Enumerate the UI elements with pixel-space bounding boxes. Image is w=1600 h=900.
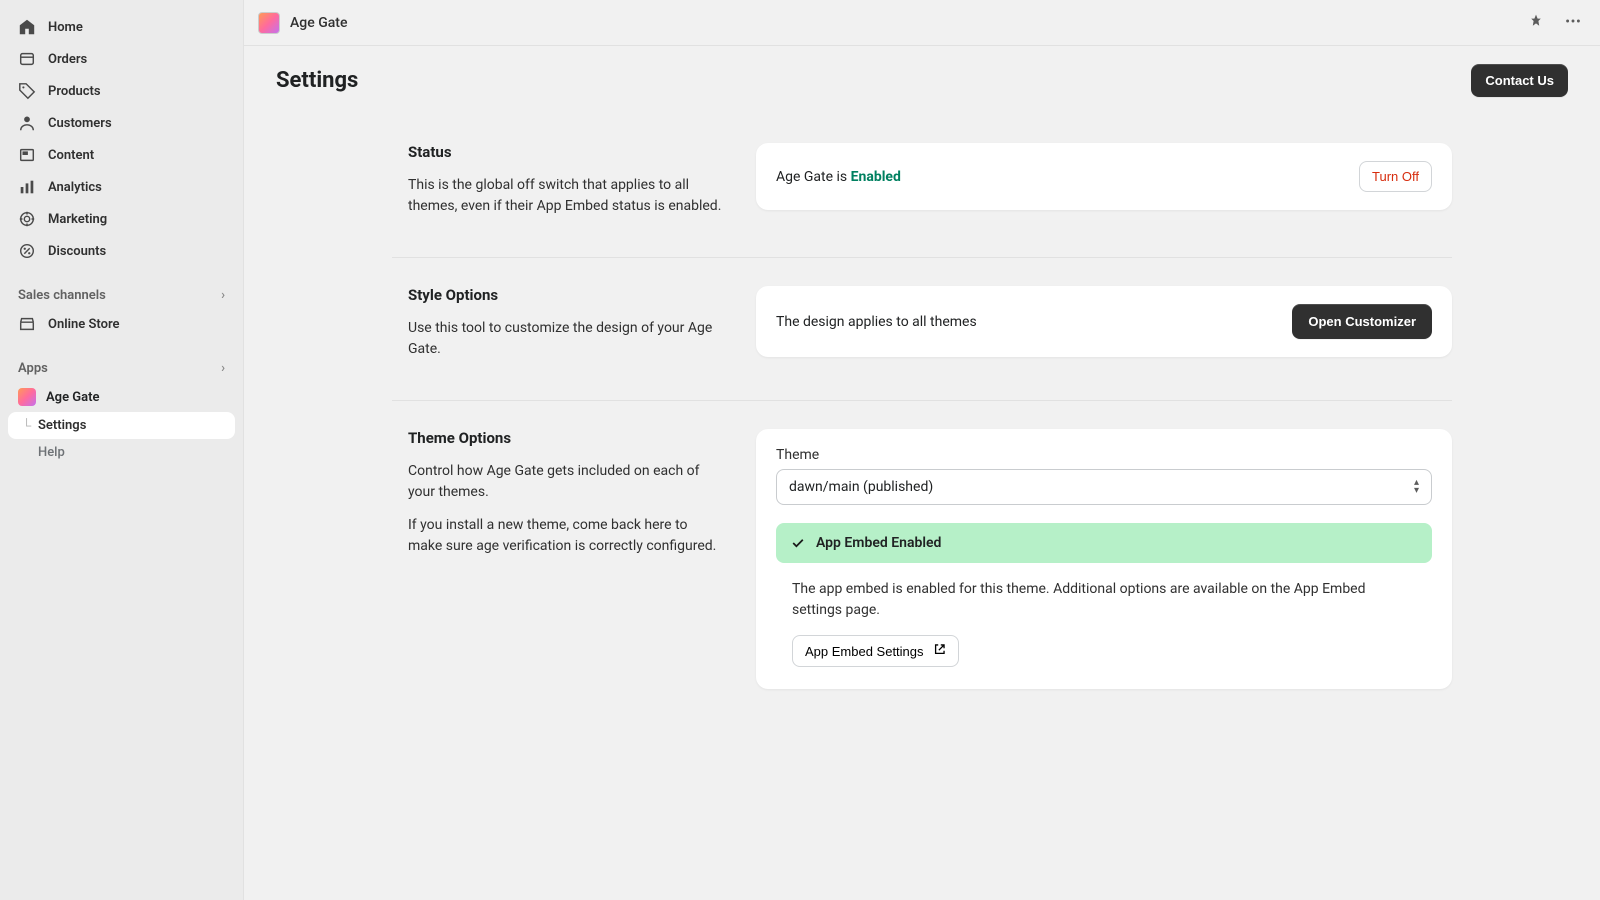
nav-label: Analytics (48, 180, 102, 195)
theme-heading: Theme Options (408, 429, 724, 447)
nav-home[interactable]: Home (8, 12, 235, 42)
sidebar-sub-settings[interactable]: └ Settings (8, 412, 235, 439)
chevron-right-icon: › (221, 361, 225, 376)
sidebar: Home Orders Products Customers Content A… (0, 0, 244, 900)
main: Age Gate Settings Contact Us Status This… (244, 0, 1600, 900)
app-embed-banner: App Embed Enabled (776, 523, 1432, 563)
topbar: Age Gate (244, 0, 1600, 46)
nav-label: Orders (48, 52, 87, 67)
style-card: The design applies to all themes Open Cu… (756, 286, 1452, 357)
theme-card: Theme dawn/main (published) ▴▾ App Embed… (756, 429, 1452, 689)
status-section: Status This is the global off switch tha… (392, 115, 1452, 258)
nav-discounts[interactable]: Discounts (8, 236, 235, 266)
orders-icon (18, 50, 36, 68)
theme-select-label: Theme (776, 447, 1432, 463)
sub-label: Help (38, 445, 65, 460)
app-logo-icon (18, 388, 36, 406)
person-icon (18, 114, 36, 132)
status-text: Age Gate is Enabled (776, 169, 901, 185)
tag-icon (18, 82, 36, 100)
sales-channels-header[interactable]: Sales channels › (8, 282, 235, 309)
chevron-right-icon: › (221, 288, 225, 303)
style-desc: Use this tool to customize the design of… (408, 318, 724, 360)
theme-select-value: dawn/main (published) (789, 479, 933, 495)
nav-label: Online Store (48, 317, 120, 332)
style-section: Style Options Use this tool to customize… (392, 258, 1452, 401)
discount-icon (18, 242, 36, 260)
sidebar-app-age-gate[interactable]: Age Gate (8, 382, 235, 412)
apps-header[interactable]: Apps › (8, 355, 235, 382)
section-label: Sales channels (18, 288, 106, 303)
nav-orders[interactable]: Orders (8, 44, 235, 74)
target-icon (18, 210, 36, 228)
status-enabled-value: Enabled (851, 169, 901, 185)
contact-us-button[interactable]: Contact Us (1471, 64, 1568, 97)
sub-label: Settings (38, 418, 86, 433)
nav-label: Marketing (48, 212, 107, 227)
check-icon (790, 535, 806, 551)
nav-analytics[interactable]: Analytics (8, 172, 235, 202)
nav-label: Customers (48, 116, 112, 131)
page-header: Settings Contact Us (244, 46, 1600, 115)
app-logo-icon (258, 12, 280, 34)
app-embed-settings-button[interactable]: App Embed Settings (792, 635, 959, 667)
theme-desc2: If you install a new theme, come back he… (408, 515, 724, 557)
status-heading: Status (408, 143, 724, 161)
status-card: Age Gate is Enabled Turn Off (756, 143, 1452, 210)
theme-section: Theme Options Control how Age Gate gets … (392, 401, 1452, 717)
more-icon[interactable] (1560, 8, 1586, 38)
style-card-text: The design applies to all themes (776, 314, 977, 330)
nav-customers[interactable]: Customers (8, 108, 235, 138)
nav-online-store[interactable]: Online Store (8, 309, 235, 339)
embed-desc: The app embed is enabled for this theme.… (776, 579, 1432, 621)
content-icon (18, 146, 36, 164)
page-title: Settings (276, 68, 358, 93)
tree-line-icon: └ (22, 418, 31, 434)
embed-btn-label: App Embed Settings (805, 644, 924, 659)
nav-marketing[interactable]: Marketing (8, 204, 235, 234)
nav-label: Content (48, 148, 94, 163)
theme-select[interactable]: dawn/main (published) ▴▾ (776, 469, 1432, 505)
nav-label: Home (48, 20, 83, 35)
section-label: Apps (18, 361, 48, 376)
nav-content[interactable]: Content (8, 140, 235, 170)
home-icon (18, 18, 36, 36)
select-chevron-icon: ▴▾ (1414, 479, 1419, 495)
pin-icon[interactable] (1524, 9, 1548, 37)
nav-label: Products (48, 84, 101, 99)
nav-products[interactable]: Products (8, 76, 235, 106)
sidebar-sub-help[interactable]: Help (8, 439, 235, 466)
topbar-title: Age Gate (290, 15, 347, 31)
store-icon (18, 315, 36, 333)
external-link-icon (933, 644, 946, 659)
nav-label: Discounts (48, 244, 106, 259)
app-name-label: Age Gate (46, 390, 100, 405)
analytics-icon (18, 178, 36, 196)
turn-off-button[interactable]: Turn Off (1359, 161, 1432, 192)
status-desc: This is the global off switch that appli… (408, 175, 724, 217)
open-customizer-button[interactable]: Open Customizer (1292, 304, 1432, 339)
banner-text: App Embed Enabled (816, 535, 941, 551)
style-heading: Style Options (408, 286, 724, 304)
theme-desc1: Control how Age Gate gets included on ea… (408, 461, 724, 503)
